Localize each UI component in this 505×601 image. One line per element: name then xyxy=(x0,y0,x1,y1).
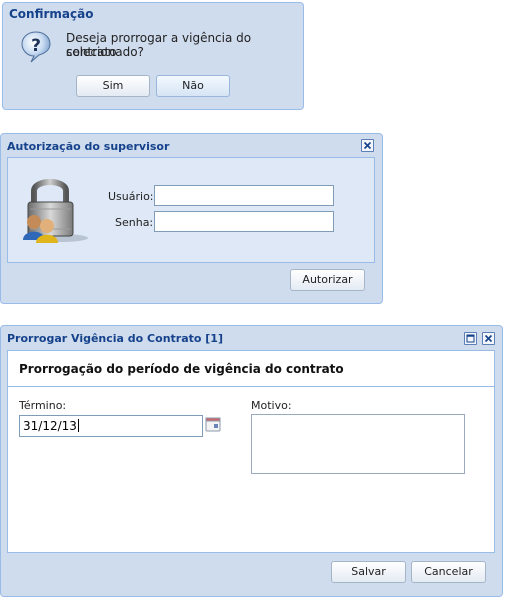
save-button[interactable]: Salvar xyxy=(331,561,406,583)
confirm-dialog-title: Confirmação xyxy=(9,7,94,21)
password-label: Senha: xyxy=(115,216,154,229)
authorize-button[interactable]: Autorizar xyxy=(290,269,365,291)
auth-body-panel: Usuário: Senha: xyxy=(7,157,375,263)
confirm-dialog: Confirmação ? Deseja prorrogar a vigênci… xyxy=(2,2,304,110)
extend-header: Prorrogação do período de vigência do co… xyxy=(8,351,494,387)
svg-text:?: ? xyxy=(31,36,41,56)
password-field[interactable] xyxy=(154,211,334,232)
lock-users-icon xyxy=(20,174,90,244)
user-field[interactable] xyxy=(154,185,334,206)
close-icon[interactable] xyxy=(482,332,495,345)
end-date-field[interactable]: 31/12/13 xyxy=(19,415,203,437)
maximize-icon[interactable] xyxy=(464,332,477,345)
extend-heading: Prorrogação do período de vigência do co… xyxy=(19,362,344,376)
yes-button[interactable]: Sim xyxy=(76,75,150,97)
extend-dialog: Prorrogar Vigência do Contrato [1] Prorr… xyxy=(0,325,503,597)
no-button[interactable]: Não xyxy=(156,75,230,97)
confirm-message-line2: selecionado? xyxy=(66,45,144,59)
calendar-icon[interactable] xyxy=(205,416,222,434)
end-date-value: 31/12/13 xyxy=(23,419,77,433)
user-label: Usuário: xyxy=(108,190,154,203)
auth-dialog: Autorização do supervisor Usuário: Senha… xyxy=(0,133,383,304)
reason-label: Motivo: xyxy=(251,399,292,412)
question-icon: ? xyxy=(20,30,52,64)
close-icon[interactable] xyxy=(361,139,374,152)
reason-textarea[interactable] xyxy=(251,414,465,474)
auth-dialog-title: Autorização do supervisor xyxy=(7,140,170,153)
cancel-button[interactable]: Cancelar xyxy=(411,561,486,583)
extend-dialog-title: Prorrogar Vigência do Contrato [1] xyxy=(7,332,223,345)
extend-body-panel: Prorrogação do período de vigência do co… xyxy=(7,350,495,553)
end-date-label: Término: xyxy=(19,399,67,412)
